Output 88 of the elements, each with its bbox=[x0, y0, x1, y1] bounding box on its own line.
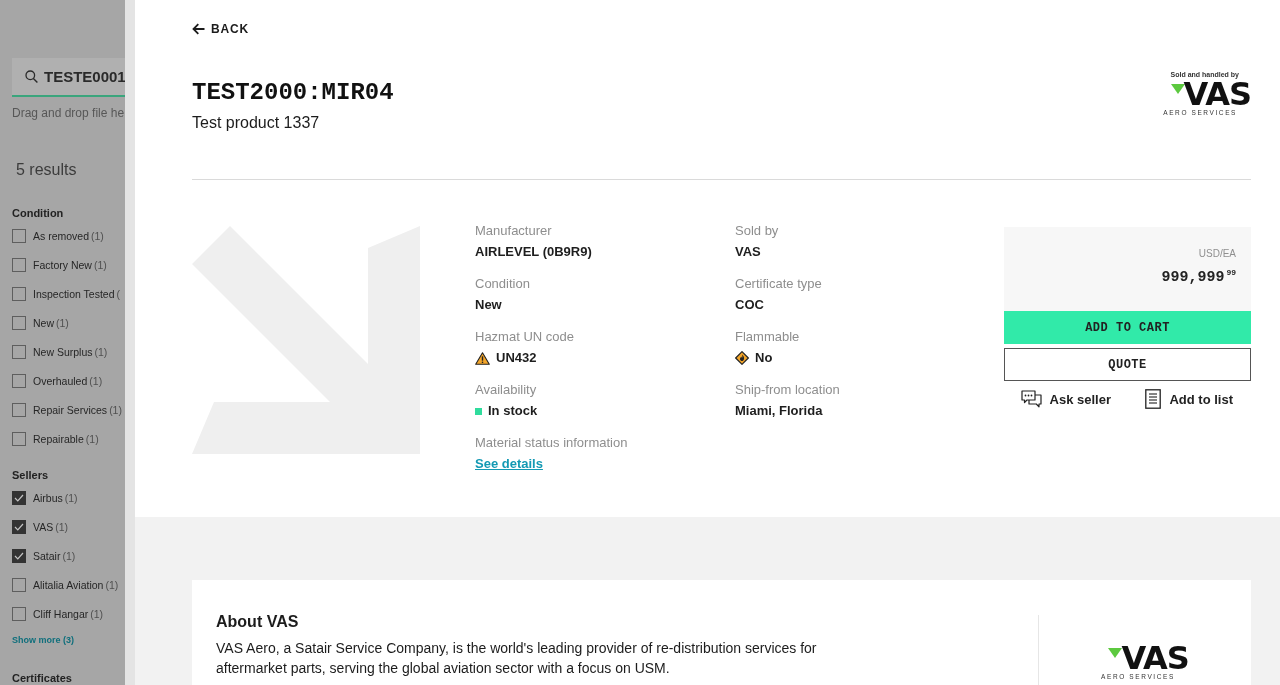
checkbox[interactable] bbox=[12, 519, 26, 534]
filter-option-count: (1) bbox=[55, 520, 69, 533]
search-field[interactable]: TESTE0001 bbox=[12, 58, 125, 97]
detail-value: No bbox=[755, 350, 773, 366]
chat-bubbles-icon bbox=[1020, 390, 1042, 408]
detail-label: Manufacturer bbox=[475, 223, 552, 239]
checkbox[interactable] bbox=[12, 402, 26, 417]
filter-option-count: (1) bbox=[90, 607, 104, 620]
filter-option-count: (1) bbox=[62, 549, 76, 562]
checkbox[interactable] bbox=[12, 228, 26, 243]
search-icon bbox=[25, 70, 38, 83]
ask-seller-button[interactable]: Ask seller bbox=[1020, 389, 1111, 409]
checkmark-icon bbox=[14, 551, 24, 560]
detail-value: VAS bbox=[735, 244, 761, 260]
filter-option-count: (1) bbox=[56, 316, 69, 329]
checkbox[interactable] bbox=[12, 257, 26, 272]
filter-option-label[interactable]: Satair bbox=[33, 549, 61, 562]
part-number: TEST2000:MIR04 bbox=[192, 78, 394, 108]
checkbox[interactable] bbox=[12, 606, 26, 621]
checkbox[interactable] bbox=[12, 431, 26, 446]
filter-option-count: (1) bbox=[93, 258, 107, 271]
filter-option-label[interactable]: VAS bbox=[33, 520, 54, 533]
document-list-icon bbox=[1145, 389, 1162, 409]
checkbox[interactable] bbox=[12, 373, 26, 388]
warning-triangle-icon bbox=[475, 351, 490, 365]
checkbox[interactable] bbox=[12, 490, 26, 505]
filter-option-label[interactable]: New Surplus bbox=[33, 345, 93, 358]
detail-label: Ship-from location bbox=[735, 382, 840, 398]
about-text: VAS Aero, a Satair Service Company, is the world's leading provider of re-distribution services for aftermarket parts, serving the global aviation sector with a focus on USM. bbox=[216, 639, 818, 678]
add-to-cart-button[interactable]: ADD TO CART bbox=[1004, 311, 1251, 344]
filter-option-count: (1) bbox=[105, 578, 119, 591]
filter-option-label[interactable]: Airbus bbox=[33, 491, 63, 504]
filter-option-label[interactable]: New bbox=[33, 316, 54, 329]
checkbox[interactable] bbox=[12, 315, 26, 330]
detail-value: AIRLEVEL (0B9R9) bbox=[475, 244, 592, 260]
checkbox[interactable] bbox=[12, 286, 26, 301]
filter-option-label[interactable]: Factory New bbox=[33, 258, 92, 271]
detail-label: Availability bbox=[475, 382, 537, 398]
detail-value: In stock bbox=[488, 403, 538, 419]
checkbox[interactable] bbox=[12, 577, 26, 592]
filter-option-count: (1) bbox=[64, 491, 78, 504]
filter-group-title: Condition bbox=[12, 206, 64, 220]
about-title: About VAS bbox=[216, 612, 299, 632]
about-logo-wordmark: VAS bbox=[1121, 643, 1189, 673]
filter-option-count: (1) bbox=[85, 432, 99, 445]
filter-option-label[interactable]: As removed bbox=[33, 229, 90, 242]
results-count: 5 results bbox=[16, 160, 77, 180]
price-amount: 999,999$^{99}$ bbox=[1161, 269, 1236, 287]
add-to-list-button[interactable]: Add to list bbox=[1145, 389, 1233, 409]
filter-option-count: (1) bbox=[109, 403, 122, 416]
filter-option-label[interactable]: Overhauled bbox=[33, 374, 88, 387]
checkbox[interactable] bbox=[12, 344, 26, 359]
detail-label: Condition bbox=[475, 276, 530, 292]
detail-value: COC bbox=[735, 297, 764, 313]
price-unit: USD/EA bbox=[1198, 248, 1236, 260]
filter-option-count: (1) bbox=[89, 374, 103, 387]
detail-value: UN432 bbox=[496, 350, 537, 366]
logo-triangle-icon bbox=[1108, 648, 1123, 658]
checkbox[interactable] bbox=[12, 548, 26, 563]
quote-button[interactable]: QUOTE bbox=[1004, 348, 1251, 381]
detail-label: Flammable bbox=[735, 329, 800, 345]
logo-wordmark: VAS bbox=[1183, 79, 1251, 109]
detail-label: Hazmat UN code bbox=[475, 329, 574, 345]
filter-option-label[interactable]: Alitalia Aviation bbox=[33, 578, 104, 591]
detail-label: Material status information bbox=[475, 435, 628, 451]
dropzone-hint: Drag and drop file he bbox=[12, 106, 125, 120]
filter-option-count: (1) bbox=[94, 345, 108, 358]
filter-group-title: Certificates bbox=[12, 671, 72, 685]
logo-triangle-icon bbox=[1170, 84, 1185, 94]
checkmark-icon bbox=[14, 522, 24, 531]
filter-option-count: (1) bbox=[91, 229, 104, 242]
flammable-diamond-icon bbox=[735, 351, 749, 365]
checkmark-icon bbox=[14, 493, 24, 502]
filter-option-label[interactable]: Inspection Tested bbox=[33, 287, 115, 300]
filter-option-label[interactable]: Cliff Hangar bbox=[33, 607, 89, 620]
arrow-left-icon bbox=[192, 23, 205, 35]
detail-label: Sold by bbox=[735, 223, 779, 239]
see-details-link[interactable]: See details bbox=[475, 456, 543, 472]
filter-option-count: ( bbox=[116, 287, 121, 300]
filter-option-label[interactable]: Repair Services bbox=[33, 403, 108, 416]
product-description: Test product 1337 bbox=[192, 113, 320, 133]
filter-option-label[interactable]: Repairable bbox=[33, 432, 84, 445]
detail-value: Miami, Florida bbox=[735, 403, 823, 419]
back-button[interactable]: BACK bbox=[192, 20, 249, 38]
status-square-icon bbox=[475, 407, 482, 415]
filter-group-title: Sellers bbox=[12, 468, 49, 482]
detail-label: Certificate type bbox=[735, 276, 822, 292]
detail-value: New bbox=[475, 297, 502, 313]
